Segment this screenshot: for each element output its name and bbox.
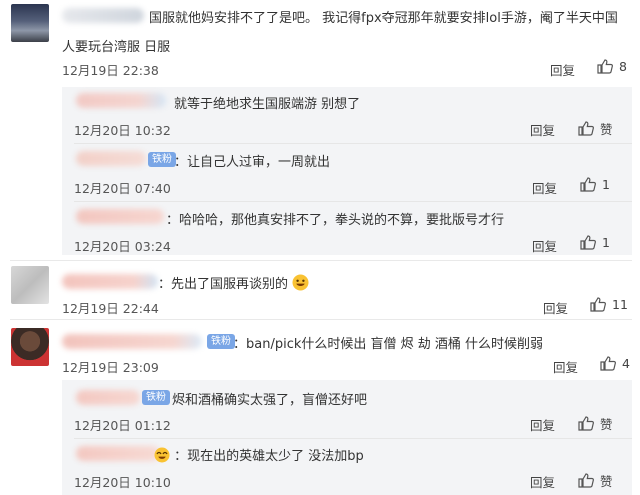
thumb-up-icon (578, 121, 594, 136)
thumb-up-icon (578, 416, 594, 431)
comment-2: ：先出了国服再谈别的 12月19日 22:44 回复 11 (0, 262, 640, 320)
comment-text: ：ban/pick什么时候出 盲僧 烬 劫 酒桶 什么时候削弱 (233, 337, 544, 352)
username-blurred[interactable] (76, 151, 146, 166)
like-button[interactable]: 1 (580, 177, 610, 192)
replies-container: 就等于绝地求生国服端游 别想了 12月20日 10:32 回复 赞 铁粉 ：让自… (62, 87, 632, 255)
username-blurred[interactable] (76, 93, 166, 108)
reply-date: 12月20日 10:10 (74, 475, 171, 490)
comment-text-cont: 人要玩台湾服 日服 (62, 40, 171, 55)
reply-button[interactable]: 回复 (530, 472, 555, 491)
username-blurred[interactable] (62, 8, 144, 23)
comment-text: 国服就他妈安排不了了是吧。 我记得fpx夺冠那年就要安排lol手游，阉了半天中国 (149, 11, 618, 26)
username-blurred[interactable] (76, 446, 160, 461)
username-blurred[interactable] (62, 274, 158, 289)
like-button[interactable]: 赞 (578, 119, 613, 138)
comment-date: 12月19日 22:44 (62, 301, 159, 316)
reply-divider (74, 201, 632, 202)
reply-date: 12月20日 03:24 (74, 239, 171, 254)
like-button[interactable]: 4 (600, 356, 630, 371)
comment-1: 国服就他妈安排不了了是吧。 我记得fpx夺冠那年就要安排lol手游，阉了半天中国… (0, 0, 640, 255)
comment-divider (10, 319, 632, 320)
thumb-up-icon (578, 473, 594, 488)
reply-button[interactable]: 回复 (532, 236, 557, 255)
reply-text: 就等于绝地求生国服端游 别想了 (174, 97, 361, 112)
reply-button[interactable]: 回复 (532, 178, 557, 197)
thumb-up-icon (580, 177, 596, 192)
reply-button[interactable]: 回复 (553, 357, 578, 376)
username-blurred[interactable] (62, 334, 202, 349)
like-button[interactable]: 11 (590, 297, 628, 312)
reply-date: 12月20日 01:12 (74, 418, 171, 433)
like-label: 赞 (600, 474, 613, 489)
thumb-up-icon (597, 59, 613, 74)
avatar[interactable] (11, 4, 49, 42)
reply-divider (74, 143, 632, 144)
reply-text: ：现在出的英雄太少了 没法加bp (154, 445, 364, 464)
avatar[interactable] (11, 328, 49, 366)
reply-button[interactable]: 回复 (543, 298, 568, 317)
smile-emoji-icon (154, 447, 170, 463)
reply-date: 12月20日 07:40 (74, 181, 171, 196)
like-count: 4 (622, 356, 630, 371)
comment-text-content: ：先出了国服再谈别的 (158, 277, 289, 292)
reply-button[interactable]: 回复 (530, 415, 555, 434)
like-count: 11 (612, 297, 628, 312)
like-button[interactable]: 赞 (578, 471, 613, 490)
reply-text-content: ：现在出的英雄太少了 没法加bp (174, 449, 364, 464)
grin-emoji-icon (292, 274, 309, 291)
thumb-up-icon (600, 356, 616, 371)
like-count: 1 (602, 177, 610, 192)
like-count: 8 (619, 59, 627, 74)
replies-container: 铁粉 烬和酒桶确实太强了，盲僧还好吧 12月20日 01:12 回复 赞 ：现在… (62, 380, 632, 495)
like-button[interactable]: 8 (597, 59, 627, 74)
like-count: 1 (602, 235, 610, 250)
comment-divider (10, 260, 632, 261)
thumb-up-icon (590, 297, 606, 312)
comment-date: 12月19日 22:38 (62, 63, 159, 78)
comment-date: 12月19日 23:09 (62, 360, 159, 375)
like-button[interactable]: 1 (580, 235, 610, 250)
like-button[interactable]: 赞 (578, 414, 613, 433)
comment-text: ：先出了国服再谈别的 (158, 273, 309, 292)
username-blurred[interactable] (76, 209, 164, 224)
reply-text: ：哈哈哈，那他真安排不了，拳头说的不算，要批版号才行 (166, 213, 505, 228)
thumb-up-icon (580, 235, 596, 250)
reply-button[interactable]: 回复 (550, 60, 575, 79)
reply-text: ：让自己人过审，一周就出 (174, 155, 331, 170)
fan-badge: 铁粉 (142, 390, 170, 405)
fan-badge: 铁粉 (148, 152, 176, 167)
reply-divider (74, 438, 632, 439)
reply-date: 12月20日 10:32 (74, 123, 171, 138)
reply-button[interactable]: 回复 (530, 120, 555, 139)
avatar[interactable] (11, 266, 49, 304)
username-blurred[interactable] (76, 390, 140, 405)
reply-text: 烬和酒桶确实太强了，盲僧还好吧 (172, 393, 368, 408)
like-label: 赞 (600, 417, 613, 432)
fan-badge: 铁粉 (207, 334, 235, 349)
like-label: 赞 (600, 122, 613, 137)
comment-3: 铁粉 ：ban/pick什么时候出 盲僧 烬 劫 酒桶 什么时候削弱 12月19… (0, 322, 640, 495)
